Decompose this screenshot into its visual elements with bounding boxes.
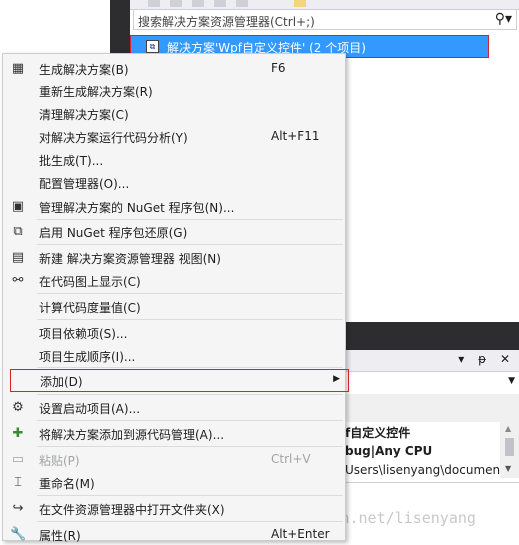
menu-item-rebuild-solution[interactable]: 重新生成解决方案(R) bbox=[3, 79, 345, 101]
menu-label: 管理解决方案的 NuGet 程序包(N)... bbox=[39, 201, 235, 215]
menu-label: 属性(R) bbox=[39, 529, 81, 543]
menu-item-code-metrics[interactable]: 计算代码度量值(C) bbox=[3, 295, 345, 317]
menu-label: 项目生成顺序(I)... bbox=[39, 350, 136, 364]
menu-item-project-dependencies[interactable]: 项目依赖项(S)... bbox=[3, 321, 345, 343]
menu-item-code-analysis[interactable]: 对解决方案运行代码分析(Y) Alt+F11 bbox=[3, 125, 345, 147]
menu-separator bbox=[37, 293, 343, 294]
menu-label: 配置管理器(O)... bbox=[39, 177, 130, 191]
menu-item-new-explorer-view[interactable]: ▤ 新建 解决方案资源管理器 视图(N) bbox=[3, 246, 345, 268]
wrench-icon: 🔧 bbox=[10, 527, 27, 542]
menu-separator bbox=[37, 367, 343, 368]
menu-item-nuget-restore[interactable]: ⧉ 启用 NuGet 程序包还原(G) bbox=[3, 220, 345, 242]
toolbar-button[interactable] bbox=[192, 0, 204, 7]
paste-icon: ▭ bbox=[11, 452, 25, 467]
menu-label: 设置启动项目(A)... bbox=[39, 402, 141, 416]
menu-label: 添加(D) bbox=[40, 375, 83, 389]
menu-item-open-in-explorer[interactable]: ↪ 在文件资源管理器中打开文件夹(X) bbox=[3, 497, 345, 519]
toolbar-button[interactable] bbox=[214, 0, 226, 7]
toolbar-button[interactable] bbox=[170, 0, 182, 7]
menu-item-properties[interactable]: 🔧 属性(R) Alt+Enter bbox=[3, 523, 345, 545]
properties-grid: f自定义控件 bug|Any CPU Users\lisenyang\docum… bbox=[345, 422, 500, 482]
menu-separator bbox=[37, 420, 343, 421]
menu-item-build-solution[interactable]: ▦ 生成解决方案(B) F6 bbox=[3, 57, 345, 79]
menu-shortcut: Ctrl+V bbox=[271, 452, 311, 466]
menu-item-add-to-source-control[interactable]: ✚ 将解决方案添加到源代码管理(A)... bbox=[3, 422, 345, 444]
menu-item-project-build-order[interactable]: 项目生成顺序(I)... bbox=[3, 344, 345, 366]
property-value[interactable]: bug|Any CPU bbox=[345, 442, 500, 460]
code-map-icon: ⚯ bbox=[12, 273, 24, 288]
menu-item-configuration-manager[interactable]: 配置管理器(O)... bbox=[3, 171, 345, 193]
menu-label: 启用 NuGet 程序包还原(G) bbox=[39, 226, 188, 240]
menu-item-clean-solution[interactable]: 清理解决方案(C) bbox=[3, 102, 345, 124]
nuget-icon: ▣ bbox=[11, 199, 25, 214]
panel-window-buttons[interactable]: ▾ ᵽ ✕ bbox=[458, 352, 515, 366]
build-icon: ▦ bbox=[11, 61, 25, 76]
new-view-icon: ▤ bbox=[11, 250, 25, 265]
menu-item-rename[interactable]: ⌶ 重命名(M) bbox=[3, 471, 345, 493]
menu-item-set-startup-projects[interactable]: ⚙ 设置启动项目(A)... bbox=[3, 396, 345, 418]
menu-label: 在代码图上显示(C) bbox=[39, 275, 141, 289]
panel-divider bbox=[345, 322, 519, 350]
menu-label: 重命名(M) bbox=[39, 477, 95, 491]
menu-label: 在文件资源管理器中打开文件夹(X) bbox=[39, 503, 225, 517]
menu-item-manage-nuget[interactable]: ▣ 管理解决方案的 NuGet 程序包(N)... bbox=[3, 195, 345, 217]
scroll-thumb[interactable] bbox=[505, 438, 514, 456]
properties-toolbar bbox=[345, 394, 519, 422]
menu-label: 将解决方案添加到源代码管理(A)... bbox=[39, 428, 225, 442]
menu-label: 批生成(T)... bbox=[39, 154, 104, 168]
scroll-up-icon[interactable]: ▲ bbox=[505, 424, 511, 433]
toolbar-button[interactable] bbox=[236, 0, 248, 7]
menu-label: 重新生成解决方案(R) bbox=[39, 85, 153, 99]
menu-label: 计算代码度量值(C) bbox=[39, 301, 141, 315]
menu-item-show-on-code-map[interactable]: ⚯ 在代码图上显示(C) bbox=[3, 269, 345, 291]
solution-context-menu: ▦ 生成解决方案(B) F6 重新生成解决方案(R) 清理解决方案(C) 对解决… bbox=[2, 53, 349, 543]
menu-separator bbox=[37, 495, 343, 496]
menu-label: 对解决方案运行代码分析(Y) bbox=[39, 131, 188, 145]
menu-item-paste[interactable]: ▭ 粘贴(P) Ctrl+V bbox=[3, 448, 345, 470]
menu-separator bbox=[37, 521, 343, 522]
rename-icon: ⌶ bbox=[14, 475, 22, 490]
search-icon[interactable]: ⚲▾ bbox=[495, 11, 512, 27]
source-control-icon: ✚ bbox=[12, 426, 24, 441]
menu-shortcut: F6 bbox=[271, 61, 286, 75]
solution-icon: ⧉ bbox=[146, 40, 159, 53]
menu-label: 新建 解决方案资源管理器 视图(N) bbox=[39, 252, 221, 266]
solution-explorer-search[interactable]: 搜索解决方案资源管理器(Ctrl+;) ⚲▾ bbox=[133, 9, 517, 30]
menu-shortcut: Alt+Enter bbox=[271, 527, 330, 541]
menu-shortcut: Alt+F11 bbox=[271, 129, 320, 143]
search-placeholder: 搜索解决方案资源管理器(Ctrl+;) bbox=[138, 15, 315, 29]
property-value[interactable]: f自定义控件 bbox=[345, 424, 500, 442]
chevron-down-icon[interactable]: ▼ bbox=[508, 376, 515, 386]
properties-object-selector[interactable]: ▼ bbox=[345, 372, 519, 395]
menu-label: 清理解决方案(C) bbox=[39, 108, 129, 122]
window-edge bbox=[110, 0, 130, 60]
menu-separator bbox=[37, 446, 343, 447]
properties-title-bar: ▾ ᵽ ✕ bbox=[345, 350, 519, 372]
menu-item-batch-build[interactable]: 批生成(T)... bbox=[3, 148, 345, 170]
gear-icon: ⚙ bbox=[12, 400, 24, 415]
package-restore-icon: ⧉ bbox=[13, 224, 23, 239]
scroll-down-icon[interactable]: ▼ bbox=[505, 464, 511, 473]
menu-separator bbox=[37, 244, 343, 245]
toolbar-button[interactable] bbox=[148, 0, 160, 7]
menu-item-add[interactable]: 添加(D) ▶ bbox=[10, 369, 349, 392]
property-value[interactable]: Users\lisenyang\documen bbox=[345, 461, 500, 479]
properties-scrollbar[interactable]: ▲ ▼ bbox=[500, 422, 519, 478]
submenu-arrow-icon: ▶ bbox=[333, 374, 340, 384]
menu-separator bbox=[37, 394, 343, 395]
menu-label: 粘贴(P) bbox=[39, 454, 80, 468]
folder-icon[interactable] bbox=[294, 0, 306, 7]
menu-label: 项目依赖项(S)... bbox=[39, 327, 128, 341]
menu-label: 生成解决方案(B) bbox=[39, 63, 129, 77]
menu-separator bbox=[37, 319, 343, 320]
open-folder-icon: ↪ bbox=[12, 501, 24, 516]
